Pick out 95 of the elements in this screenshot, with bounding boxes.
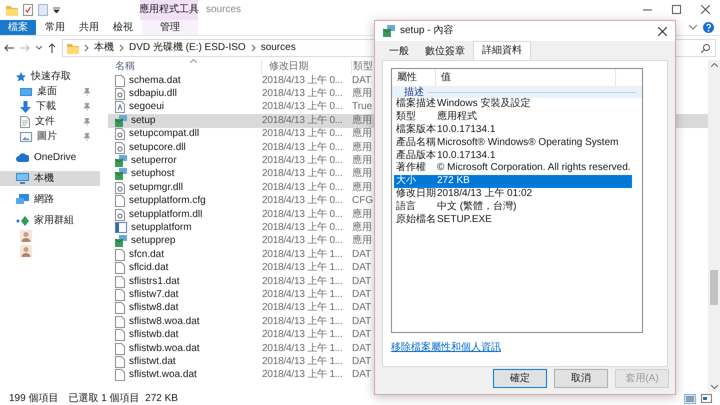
file-name: schema.dat <box>129 74 181 87</box>
property-value: SETUP.EXE <box>437 214 492 226</box>
group-header: 描述 <box>404 86 424 98</box>
type-cell-text: 應用 <box>352 168 373 180</box>
property-name: 產品版本 <box>395 150 437 162</box>
type-cell-text: 應用 <box>352 128 373 140</box>
context-tab-header: 應用程式工具 <box>140 0 198 20</box>
type-cell-text: 應用 <box>352 114 373 127</box>
file-name: sflistw7.dat <box>129 288 178 301</box>
property-name: 著作權 <box>395 162 427 174</box>
date-cell-text: 2018/4/13 上午 0... <box>262 182 344 194</box>
date-cell-text: 2018/4/13 上午 1... <box>262 262 344 274</box>
date-cell-text: 2018/4/13 上午 0... <box>262 142 344 154</box>
date-cell-text: 2018/4/13 上午 0... <box>262 168 344 180</box>
property-name: 檔案版本 <box>395 124 437 136</box>
type-cell-text: DAT <box>352 356 372 368</box>
type-cell-text: 應用 <box>352 182 373 194</box>
date-cell-text: 2018/4/13 上午 0... <box>262 235 344 248</box>
property-name: 修改日期 <box>395 188 437 200</box>
file-name: setup <box>131 114 156 127</box>
file-name: segoeui <box>129 101 164 114</box>
property-value: © Microsoft Corporation. All rights reserved. <box>437 162 631 174</box>
item-count: 199 個項目 <box>9 392 58 404</box>
property-name: 產品名稱 <box>395 136 437 149</box>
property-value: 10.0.17134.1 <box>437 150 496 162</box>
type-cell-text: CFG <box>352 195 374 208</box>
window-title: sources <box>206 4 242 16</box>
date-cell-text: 2018/4/13 上午 0... <box>262 101 344 114</box>
file-name: sflistwb.dat <box>129 329 178 342</box>
file-name: setupcompat.dll <box>129 128 200 140</box>
file-name: setupplatform.cfg <box>129 195 206 208</box>
date-cell-text: 2018/4/13 上午 1... <box>262 356 344 368</box>
date-cell-text: 2018/4/13 上午 0... <box>262 208 344 221</box>
property-name: 語言 <box>395 200 417 213</box>
file-name: sflistwt.woa.dat <box>129 369 197 382</box>
file-name: setupcore.dll <box>129 142 186 154</box>
type-cell-text: 應用 <box>352 208 373 221</box>
type-cell-text: 應用 <box>352 155 373 168</box>
property-value: Microsoft® Windows® Operating System <box>437 136 618 149</box>
dialog-title: setup - 內容 <box>400 25 454 37</box>
file-name: sflcid.dat <box>129 262 168 274</box>
date-cell-text: 2018/4/13 上午 1... <box>262 248 344 261</box>
file-name: setupprep <box>131 235 176 248</box>
property-name: 原始檔名 <box>395 214 437 226</box>
date-cell-text: 2018/4/13 上午 1... <box>262 369 344 382</box>
property-value: 應用程式 <box>437 111 477 124</box>
date-cell-text: 2018/4/13 上午 0... <box>262 114 344 127</box>
file-name: sdbapiu.dll <box>129 88 177 100</box>
date-cell-text: 2018/4/13 上午 1... <box>262 342 344 354</box>
file-name: sflistwb.woa.dat <box>129 342 200 354</box>
file-name: setupmgr.dll <box>129 182 183 194</box>
file-name: sfcn.dat <box>129 248 164 261</box>
file-name: sflistw8.woa.dat <box>129 316 200 328</box>
type-cell-text: DAT <box>352 369 372 382</box>
property-value: 2018/4/13 上午 01:02 <box>437 188 532 200</box>
file-name: sflistwt.dat <box>129 356 176 368</box>
file-name: setupplatform <box>131 222 192 234</box>
property-value: 中文 (繁體，台灣) <box>437 200 516 213</box>
type-cell-text: 應用 <box>352 142 373 154</box>
date-cell-text: 2018/4/13 上午 0... <box>262 222 344 234</box>
file-name: sflistw8.dat <box>129 302 178 314</box>
property-value: Windows 安裝及設定 <box>437 98 530 110</box>
property-value: 10.0.17134.1 <box>437 124 496 136</box>
type-cell-text: DAT <box>352 288 372 301</box>
date-cell-text: 2018/4/13 上午 0... <box>262 155 344 168</box>
date-cell-text: 2018/4/13 上午 1... <box>262 288 344 301</box>
file-name: setuperror <box>131 155 177 168</box>
type-cell-text: DAT <box>352 316 372 328</box>
type-cell-text: DAT <box>352 262 372 274</box>
date-cell-text: 2018/4/13 上午 0... <box>262 195 344 208</box>
type-cell-text: DAT <box>352 248 372 261</box>
file-name: setuphost <box>131 168 174 180</box>
file-name: sflistrs1.dat <box>129 276 180 288</box>
property-name: 檔案描述 <box>395 98 437 110</box>
property-value: 272 KB <box>437 175 470 188</box>
type-cell-text: DAT <box>352 302 372 314</box>
property-name: 類型 <box>395 111 417 124</box>
date-cell-text: 2018/4/13 上午 1... <box>262 329 344 342</box>
type-cell-text: 應用 <box>352 235 373 248</box>
type-cell-text: DAT <box>352 329 372 342</box>
type-cell-text: DAT <box>352 74 372 87</box>
file-name: setupplatform.dll <box>129 208 202 221</box>
property-name: 大小 <box>395 175 417 188</box>
date-cell-text: 2018/4/13 上午 0... <box>262 88 344 100</box>
type-cell-text: 應用 <box>352 88 373 100</box>
date-cell-text: 2018/4/13 上午 0... <box>262 128 344 140</box>
date-cell-text: 2018/4/13 上午 1... <box>262 276 344 288</box>
type-cell-text: True <box>352 101 374 114</box>
date-cell-text: 2018/4/13 上午 1... <box>262 302 344 314</box>
selection-info: 已選取 1 個項目 272 KB <box>68 392 178 404</box>
date-cell-text: 2018/4/13 上午 1... <box>262 316 344 328</box>
date-cell-text: 2018/4/13 上午 0... <box>262 74 344 87</box>
type-cell-text: DAT <box>352 276 372 288</box>
type-cell-text: DAT <box>352 342 372 354</box>
type-cell-text: 應用 <box>352 222 373 234</box>
